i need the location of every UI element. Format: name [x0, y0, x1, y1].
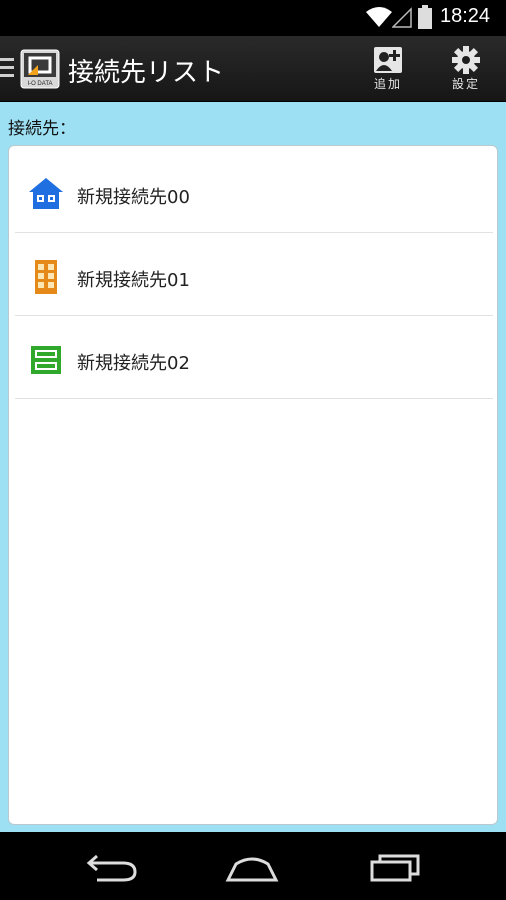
wifi-icon [366, 7, 392, 27]
app-logo-icon[interactable]: I-O DATA [20, 49, 60, 89]
status-time: 18:24 [440, 5, 491, 27]
action-bar: I-O DATA 接続先リスト 追加 設定 [0, 36, 506, 102]
settings-label: 設定 [451, 77, 480, 91]
settings-button[interactable]: 設定 [436, 46, 496, 96]
server-icon [31, 346, 61, 374]
connection-name: 新規接続先02 [77, 353, 190, 374]
add-user-icon [374, 47, 402, 73]
list-item[interactable]: 新規接続先01 [15, 234, 493, 316]
add-connection-button[interactable]: 追加 [358, 46, 418, 96]
recent-apps-icon[interactable] [366, 848, 426, 888]
home-icon[interactable] [222, 848, 282, 888]
gear-icon [452, 46, 480, 74]
connection-list: 新規接続先00 新規接続先01 新規接続先02 [8, 145, 498, 825]
svg-text:I-O DATA: I-O DATA [27, 81, 52, 87]
signal-icon [392, 7, 412, 28]
battery-icon [418, 5, 432, 29]
section-label: 接続先： [8, 119, 76, 139]
building-icon [35, 260, 57, 294]
content-area: 接続先： 新規接続先00 新規接続先01 新規接続先02 [0, 102, 506, 832]
navigation-bar [0, 832, 506, 900]
connection-name: 新規接続先01 [77, 270, 190, 291]
page-title: 接続先リスト [68, 58, 225, 88]
status-bar: 18:24 [0, 0, 506, 36]
house-icon [29, 178, 63, 209]
add-label: 追加 [373, 77, 402, 91]
list-item[interactable]: 新規接続先02 [15, 317, 493, 399]
connection-name: 新規接続先00 [77, 187, 190, 208]
back-icon[interactable] [83, 848, 143, 888]
list-item[interactable]: 新規接続先00 [15, 151, 493, 233]
drawer-menu-icon[interactable] [0, 58, 14, 78]
